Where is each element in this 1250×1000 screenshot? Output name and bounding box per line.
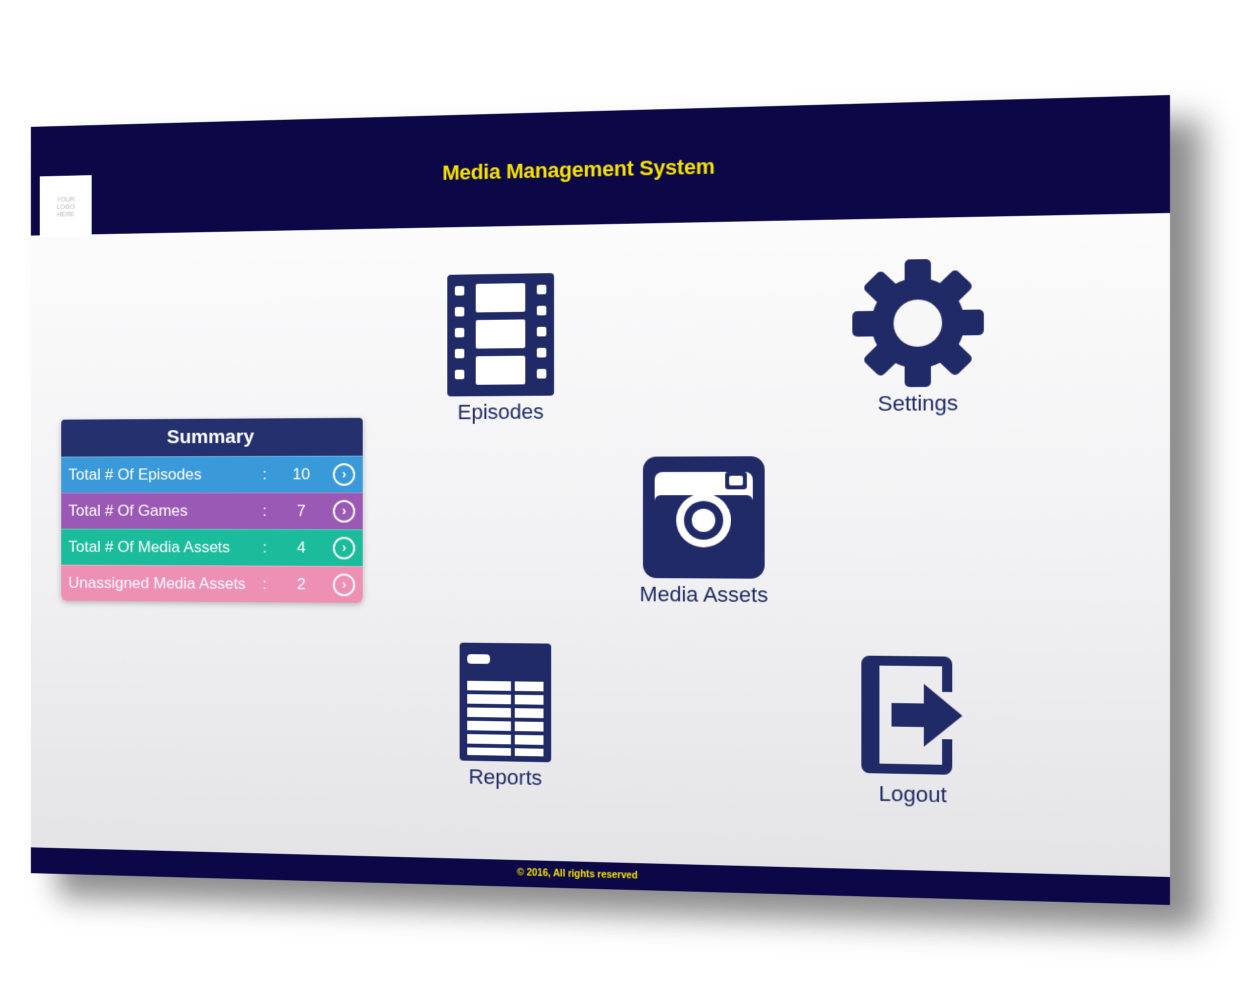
chevron-right-circle-icon[interactable]: › bbox=[332, 463, 356, 486]
reports-label: Reports bbox=[468, 764, 543, 790]
summary-row-label: Total # Of Media Assets bbox=[68, 537, 231, 557]
summary-row-label: Total # Of Games bbox=[68, 501, 188, 520]
film-icon bbox=[447, 273, 555, 397]
summary-row-value: 2 bbox=[296, 575, 306, 594]
copyright-text: © 2016, All rights reserved bbox=[516, 867, 638, 882]
media-assets-tile[interactable]: Media Assets bbox=[625, 456, 782, 608]
stage: YOUR LOGO HERE Media Management System S… bbox=[0, 0, 1250, 1000]
summary-row-colon: : bbox=[262, 538, 267, 557]
summary-row-value: 7 bbox=[296, 501, 306, 520]
summary-row-colon: : bbox=[262, 501, 267, 520]
app-screen: YOUR LOGO HERE Media Management System S… bbox=[30, 95, 1171, 905]
summary-row-value: 10 bbox=[292, 465, 311, 484]
episodes-tile[interactable]: Episodes bbox=[434, 273, 567, 425]
reports-tile[interactable]: Reports bbox=[444, 642, 568, 791]
chevron-right-circle-icon[interactable]: › bbox=[332, 573, 356, 597]
summary-row-media-assets[interactable]: Total # Of Media Assets : 4 › bbox=[61, 528, 363, 567]
logout-label: Logout bbox=[878, 781, 947, 808]
logout-tile[interactable]: Logout bbox=[847, 652, 978, 809]
settings-tile[interactable]: Settings bbox=[842, 258, 994, 417]
chevron-right-circle-icon[interactable]: › bbox=[332, 500, 356, 523]
chevron-right-circle-icon[interactable]: › bbox=[332, 536, 356, 560]
summary-title: Summary bbox=[61, 417, 363, 457]
settings-label: Settings bbox=[877, 390, 959, 416]
camera-icon bbox=[642, 456, 765, 579]
summary-row-value: 4 bbox=[296, 538, 306, 557]
episodes-label: Episodes bbox=[457, 399, 544, 424]
logo-placeholder[interactable]: YOUR LOGO HERE bbox=[39, 175, 92, 238]
summary-row-colon: : bbox=[262, 465, 267, 484]
footer-bar: © 2016, All rights reserved bbox=[30, 847, 1171, 905]
report-table-icon bbox=[459, 642, 552, 763]
summary-row-colon: : bbox=[262, 574, 267, 593]
summary-row-episodes[interactable]: Total # Of Episodes : 10 › bbox=[61, 455, 363, 493]
media-assets-label: Media Assets bbox=[639, 581, 769, 607]
summary-row-games[interactable]: Total # Of Games : 7 › bbox=[61, 492, 363, 530]
gear-icon bbox=[852, 259, 984, 388]
header-bar: YOUR LOGO HERE Media Management System bbox=[30, 95, 1171, 238]
summary-panel: Summary Total # Of Episodes : 10 › Total… bbox=[61, 417, 363, 603]
page-title: Media Management System bbox=[442, 154, 715, 185]
summary-row-unassigned[interactable]: Unassigned Media Assets : 2 › bbox=[61, 564, 363, 603]
logout-icon bbox=[861, 655, 963, 775]
summary-row-label: Total # Of Episodes bbox=[68, 465, 202, 484]
summary-row-label: Unassigned Media Assets bbox=[68, 573, 246, 593]
